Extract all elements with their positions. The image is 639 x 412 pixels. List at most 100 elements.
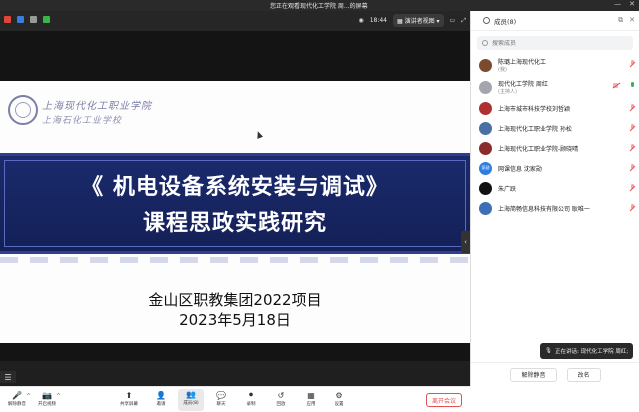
- signal-icon: [43, 16, 50, 23]
- member-name: 陈璐上海现代化工: [498, 59, 547, 66]
- layout-icon[interactable]: ▭: [450, 17, 456, 24]
- members-panel-header: 成员(8) ⧉ ✕: [471, 11, 639, 31]
- network-icon[interactable]: ◉: [358, 17, 363, 24]
- avatar: [479, 58, 492, 72]
- member-item[interactable]: 朱广跃: [471, 178, 639, 198]
- toolbar-invite-button[interactable]: 👤 邀请: [148, 390, 174, 408]
- member-name: 网课信息 沈家勋: [498, 165, 542, 173]
- mic-muted-icon[interactable]: [629, 144, 635, 152]
- camera-off-icon: 📷: [42, 390, 52, 400]
- toolbar-label: 邀请: [156, 402, 166, 407]
- avatar: [479, 201, 492, 215]
- unmute-all-button[interactable]: 解除静音: [510, 367, 557, 382]
- replay-icon: ↺: [277, 390, 285, 400]
- bottom-right-filler: [470, 386, 639, 412]
- minimize-icon[interactable]: —: [614, 0, 621, 8]
- toolbar-share-screen-button[interactable]: ⬆ 共享屏幕: [116, 390, 142, 408]
- members-panel-title: 成员(8): [494, 17, 517, 26]
- meeting-app: 您正在观看现代化工学院 周...的屏幕 — ✕ ◉ 18:44 ▦ 演讲者视图 …: [0, 0, 639, 412]
- avatar: [479, 141, 492, 155]
- mic-muted-icon[interactable]: [629, 60, 635, 68]
- avatar: [479, 181, 492, 195]
- toolbar-chat-button[interactable]: 💬 聊天: [208, 390, 234, 408]
- app-icon-gray: [30, 16, 37, 23]
- school-seal-icon: [8, 95, 38, 125]
- toolbar-record-button[interactable]: ⏺ 录制: [238, 390, 264, 407]
- member-item[interactable]: 家勋 网课信息 沈家勋: [471, 158, 639, 178]
- members-panel-footer: 解除静音 改名: [471, 362, 639, 386]
- toolbar-label: 录制: [246, 402, 256, 407]
- mic-on-icon[interactable]: [629, 82, 635, 90]
- member-name: 现代化工学院 周红: [498, 81, 548, 88]
- members-icon: 👥: [186, 389, 196, 399]
- logo-text-2: 上海石化工业学校: [42, 116, 123, 126]
- member-name: 上海现代化工职业学院-顾晓晴: [498, 145, 579, 153]
- member-search-input[interactable]: [492, 39, 612, 47]
- toolbar-replay-button[interactable]: ↺ 回放: [268, 390, 294, 408]
- close-icon[interactable]: ✕: [629, 0, 635, 8]
- collapse-panel-button[interactable]: ‹: [461, 231, 470, 253]
- member-item[interactable]: 上海现代化工职业学院 孙松: [471, 118, 639, 138]
- popout-icon[interactable]: ⧉: [618, 16, 623, 25]
- chat-icon: 💬: [216, 390, 226, 400]
- meeting-time: 18:44: [369, 17, 387, 24]
- shared-screen: 上海现代化工职业学院 上海石化工业学校 《 机电设备系统安装与调试》 课程思政实…: [0, 31, 470, 383]
- toolbar-label: 回放: [276, 402, 286, 407]
- slide-title-line-2: 课程思政实践研究: [142, 211, 327, 236]
- slide-top-letterbox: [0, 31, 470, 81]
- chevron-left-icon: ‹: [464, 238, 467, 246]
- member-item[interactable]: 上海市城市科技学校刘哲颖: [471, 98, 639, 118]
- menu-icon: ☰: [4, 372, 12, 382]
- logo-text-1: 上海现代化工职业学院: [42, 101, 152, 112]
- leave-meeting-button[interactable]: 离开会议: [426, 393, 463, 407]
- mic-muted-icon[interactable]: [629, 204, 635, 212]
- mouse-cursor-icon: [254, 130, 264, 139]
- window-controls: — ✕: [614, 0, 635, 8]
- toolbar-label: 解除静音: [8, 402, 26, 407]
- caret-up-icon[interactable]: ^: [56, 393, 61, 400]
- members-panel: 成员(8) ⧉ ✕ 陈璐上海现代化工(我)现代化工学院 周红(主持人)上海市城市…: [470, 11, 639, 386]
- toolbar-settings-button[interactable]: ⚙ 设置: [326, 390, 352, 408]
- window-title: 您正在观看现代化工学院 周...的屏幕: [270, 3, 368, 10]
- member-item[interactable]: 上海现代化工职业学院-顾晓晴: [471, 138, 639, 158]
- presenter-view-button[interactable]: ▦ 演讲者视图 ▾: [393, 14, 444, 27]
- toolbar-label: 应用: [306, 402, 316, 407]
- search-icon: [482, 40, 488, 46]
- avatar: 家勋: [479, 161, 492, 175]
- member-name: 上海现代化工职业学院 孙松: [498, 125, 572, 133]
- camera-off-icon[interactable]: [613, 83, 621, 89]
- member-role: (主持人): [498, 89, 517, 95]
- mic-muted-icon: 🎤: [12, 390, 22, 400]
- member-item[interactable]: 现代化工学院 周红 (主持人): [471, 76, 639, 98]
- member-item[interactable]: 上海简畅信息科技有限公司 耿唯一: [471, 198, 639, 218]
- slide-bottom-letterbox: [0, 343, 470, 361]
- speaking-indicator: 🎙 正在讲话: 现代化工学院 周红;: [540, 343, 634, 359]
- speaker-mic-icon: 🎙: [545, 348, 552, 354]
- member-name: 上海市城市科技学校刘哲颖: [498, 105, 571, 113]
- invite-icon: 👤: [156, 390, 166, 400]
- rename-button[interactable]: 改名: [566, 367, 601, 382]
- mic-muted-icon[interactable]: [629, 184, 635, 192]
- fullscreen-icon[interactable]: ⤢: [461, 17, 466, 25]
- meeting-toolbar: 离开会议 🎤 解除静音 📷 开启视频 ⬆ 共享屏幕 👤 邀请 👥 成员(8) 💬 聊天 ⏺ 录制 ↺ 回放 ▦ 应…: [0, 386, 470, 412]
- record-icon: ⏺: [249, 390, 253, 399]
- mic-muted-icon[interactable]: [629, 124, 635, 132]
- member-name: 上海简畅信息科技有限公司 耿唯一: [498, 205, 590, 213]
- slide-title-line-1: 《 机电设备系统安装与调试》: [81, 175, 389, 200]
- toolbar-apps-button[interactable]: ▦ 应用: [298, 390, 324, 408]
- video-toolbar: ◉ 18:44 ▦ 演讲者视图 ▾ ▭ ⤢: [0, 11, 470, 31]
- member-name: 朱广跃: [498, 185, 517, 193]
- mic-muted-icon[interactable]: [629, 104, 635, 112]
- mic-muted-icon[interactable]: [629, 164, 635, 172]
- toolbar-members-button[interactable]: 👥 成员(8): [178, 389, 204, 411]
- member-item[interactable]: 陈璐上海现代化工 (我): [471, 54, 639, 76]
- panel-close-icon[interactable]: ✕: [629, 16, 635, 25]
- avatar: [479, 121, 492, 135]
- side-menu-button[interactable]: ☰: [0, 371, 16, 383]
- member-list: 陈璐上海现代化工 (我) 现代化工学院 周红 (主持人) 上海市城市科技学校刘哲颖 上海现…: [471, 54, 639, 218]
- member-search[interactable]: [477, 36, 633, 50]
- caret-up-icon[interactable]: ^: [26, 393, 31, 400]
- presenter-view-label: 演讲者视图: [404, 18, 435, 25]
- app-icon-red: [4, 16, 11, 23]
- toolbar-label: 设置: [334, 402, 344, 407]
